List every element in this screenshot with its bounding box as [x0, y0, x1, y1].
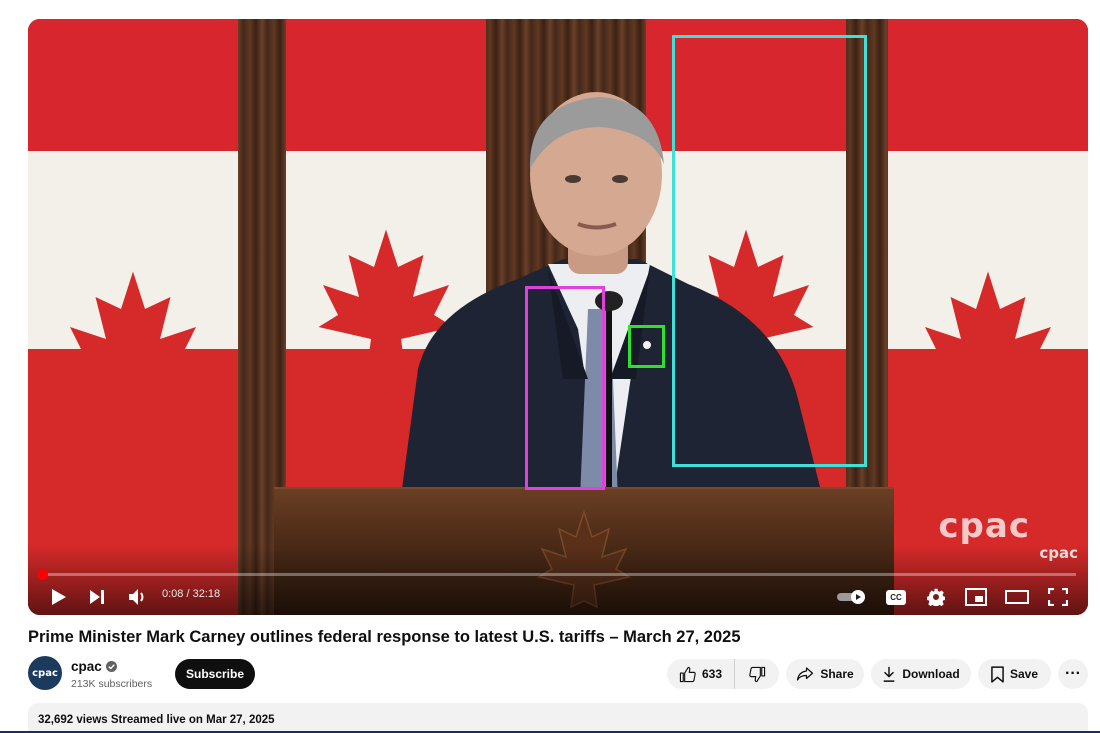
save-button[interactable]: Save	[978, 659, 1051, 689]
channel-name-text[interactable]: cpac	[71, 659, 102, 674]
cpac-watermark-large: cpac	[938, 506, 1030, 546]
more-icon: ···	[1065, 665, 1081, 682]
fullscreen-button[interactable]	[1046, 585, 1070, 609]
next-button[interactable]	[86, 585, 108, 609]
play-button[interactable]	[48, 585, 70, 609]
download-label: Download	[902, 667, 960, 681]
captions-icon: CC	[886, 589, 906, 605]
autoplay-toggle[interactable]	[836, 585, 868, 609]
channel-name[interactable]: cpac	[71, 659, 117, 674]
theater-mode-button[interactable]	[1004, 585, 1030, 609]
progress-bar[interactable]	[40, 573, 1076, 576]
bookmark-icon	[991, 665, 1004, 683]
channel-avatar[interactable]: cpac	[28, 656, 62, 690]
miniplayer-button[interactable]	[964, 585, 988, 609]
video-title: Prime Minister Mark Carney outlines fede…	[28, 628, 741, 646]
dislike-button[interactable]	[735, 659, 779, 689]
view-count-and-date: 32,692 views Streamed live on Mar 27, 20…	[38, 714, 275, 726]
share-arrow-icon	[797, 667, 814, 681]
save-label: Save	[1009, 667, 1039, 681]
video-player[interactable]: cpac cpac 0:08 / 32:18 CC	[28, 19, 1088, 615]
miniplayer-icon	[965, 588, 987, 606]
subscribe-button[interactable]: Subscribe	[175, 659, 255, 689]
more-actions-button[interactable]: ···	[1058, 659, 1088, 689]
gear-icon	[927, 588, 945, 606]
play-icon	[52, 589, 66, 605]
volume-icon	[129, 589, 144, 605]
like-button[interactable]: 633	[667, 659, 736, 689]
annotation-box-magenta	[525, 286, 605, 490]
subscriber-count: 213K subscribers	[71, 678, 153, 690]
canada-flag-left	[28, 19, 238, 615]
description-box[interactable]: 32,692 views Streamed live on Mar 27, 20…	[28, 703, 1088, 733]
progress-scrubber[interactable]	[37, 569, 48, 580]
verified-check-icon	[105, 661, 117, 672]
autoplay-toggle-icon	[837, 590, 865, 604]
share-label: Share	[820, 667, 854, 681]
video-frame: cpac cpac	[28, 19, 1088, 615]
volume-button[interactable]	[126, 585, 150, 609]
settings-button[interactable]	[924, 585, 948, 609]
annotation-box-green	[628, 325, 665, 368]
share-button[interactable]: Share	[786, 659, 864, 689]
next-icon	[90, 590, 104, 604]
download-icon	[883, 666, 895, 682]
like-dislike-group: 633	[667, 659, 779, 689]
time-display: 0:08 / 32:18	[162, 588, 221, 600]
like-count: 633	[702, 667, 723, 681]
thumbs-up-icon	[679, 666, 696, 682]
thumbs-down-icon	[748, 666, 765, 682]
download-button[interactable]: Download	[871, 659, 971, 689]
fullscreen-icon	[1048, 588, 1068, 606]
annotation-box-cyan	[672, 35, 867, 467]
captions-button[interactable]: CC	[884, 585, 908, 609]
theater-icon	[1005, 590, 1029, 604]
